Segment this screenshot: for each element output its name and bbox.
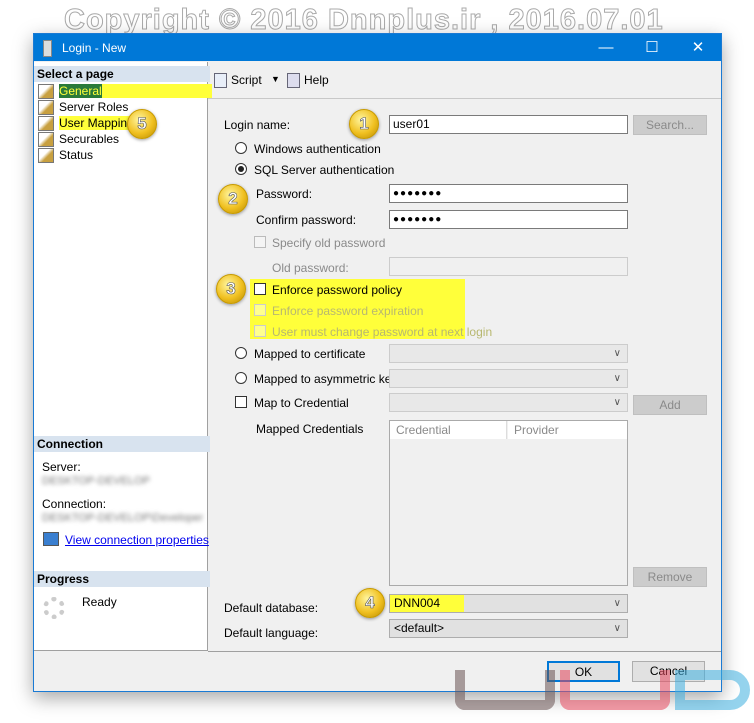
page-label: Status [59,148,94,162]
page-status[interactable]: Status [38,147,94,164]
mapped-certificate-radio[interactable] [235,347,247,359]
column-provider[interactable]: Provider [508,421,627,439]
enforce-expiration-label: Enforce password expiration [272,304,424,318]
page-icon [38,132,54,148]
old-password-label: Old password: [272,261,349,275]
certificate-dropdown[interactable]: ∨ [389,344,628,363]
page-icon [38,148,54,164]
column-credential[interactable]: Credential [390,421,507,439]
view-connection-properties-link[interactable]: View connection properties [65,533,209,547]
title-bar: Login - New — ☐ ✕ [34,34,721,61]
confirm-password-input[interactable]: ●●●●●●● [389,210,628,229]
password-input[interactable]: ●●●●●●● [389,184,628,203]
old-password-input[interactable] [389,257,628,276]
help-icon [287,73,300,89]
windows-auth-radio[interactable] [235,142,247,154]
cancel-button[interactable]: Cancel [632,661,705,682]
close-button[interactable]: ✕ [675,34,721,61]
default-database-value: DNN004 [390,595,465,612]
credential-dropdown[interactable]: ∨ [389,393,628,412]
map-credential-label: Map to Credential [254,396,349,410]
page-icon [38,100,54,116]
maximize-button[interactable]: ☐ [629,34,675,61]
chevron-down-icon: ∨ [613,397,621,408]
connection-label: Connection: [42,497,107,511]
minimize-button[interactable]: — [583,34,629,61]
mapped-asymmetric-radio[interactable] [235,372,247,384]
mapped-credentials-table[interactable]: Credential Provider [389,420,628,586]
progress-status: Ready [82,595,117,609]
default-language-label: Default language: [224,626,319,640]
add-button[interactable]: Add [633,395,707,415]
ok-button[interactable]: OK [547,661,620,682]
chevron-down-icon: ∨ [613,598,621,609]
help-label: Help [304,73,329,87]
login-name-label: Login name: [224,118,291,132]
mapped-credentials-label: Mapped Credentials [256,422,364,436]
map-credential-checkbox[interactable] [235,396,247,408]
chevron-down-icon: ∨ [613,373,621,384]
script-icon [214,73,227,89]
mapped-certificate-label: Mapped to certificate [254,347,366,361]
page-label: User Mapping [59,116,134,130]
sql-auth-label: SQL Server authentication [254,163,395,177]
password-label: Password: [256,187,313,201]
page-icon [38,116,54,132]
badge-3: 3 [216,274,246,304]
remove-button[interactable]: Remove [633,567,707,587]
chevron-down-icon: ∨ [613,348,621,359]
default-language-value: <default> [394,621,445,635]
asymmetric-key-dropdown[interactable]: ∨ [389,369,628,388]
enforce-policy-label: Enforce password policy [272,283,403,297]
page-securables[interactable]: Securables [38,131,120,148]
help-button[interactable]: Help [287,73,329,89]
page-icon [38,84,54,100]
connection-properties-icon [43,532,59,546]
page-user-mapping[interactable]: User Mapping [38,115,134,132]
badge-4: 4 [355,588,385,618]
script-button[interactable]: Script [214,73,262,89]
search-button[interactable]: Search... [633,115,707,135]
progress-header: Progress [34,571,210,587]
badge-2: 2 [218,184,248,214]
page-label: Server Roles [59,100,129,114]
page-label: General [59,84,102,98]
window-title: Login - New [62,41,127,55]
default-database-dropdown[interactable]: DNN004 ∨ [389,594,628,613]
windows-auth-label: Windows authentication [254,142,381,156]
specify-old-password-checkbox[interactable] [254,236,266,248]
server-value: DESKTOP-DEVELOP [42,475,150,487]
page-server-roles[interactable]: Server Roles [38,99,129,116]
script-dropdown-icon[interactable]: ▼ [271,74,280,84]
chevron-down-icon: ∨ [613,623,621,634]
script-label: Script [231,73,262,87]
server-label: Server: [42,460,81,474]
server-icon [43,40,52,57]
must-change-label: User must change password at next login [272,325,493,339]
connection-header: Connection [34,436,210,452]
mapped-asymmetric-label: Mapped to asymmetric key [254,372,398,386]
page-label: Securables [59,132,120,146]
must-change-checkbox[interactable] [254,325,266,337]
page-general[interactable]: General [38,83,212,100]
default-language-dropdown[interactable]: <default> ∨ [389,619,628,638]
confirm-password-label: Confirm password: [256,213,357,227]
sql-auth-radio[interactable] [235,163,247,175]
enforce-expiration-checkbox[interactable] [254,304,266,316]
login-dialog: Login - New — ☐ ✕ Select a page General … [33,33,722,692]
badge-1: 1 [349,109,379,139]
default-database-label: Default database: [224,601,319,615]
left-panel: Select a page General Server Roles User … [34,62,212,651]
enforce-policy-checkbox[interactable] [254,283,266,295]
progress-spinner-icon [43,597,65,619]
general-page-content: Login name: user01 Search... 1 Windows a… [208,98,721,652]
select-page-header: Select a page [34,66,210,82]
right-panel: Script ▼ Help Login name: user01 Search.… [208,62,721,652]
badge-5: 5 [127,109,157,139]
login-name-input[interactable]: user01 [389,115,628,134]
specify-old-password-label: Specify old password [272,236,386,250]
connection-value: DESKTOP-DEVELOP\Developer [42,512,204,524]
